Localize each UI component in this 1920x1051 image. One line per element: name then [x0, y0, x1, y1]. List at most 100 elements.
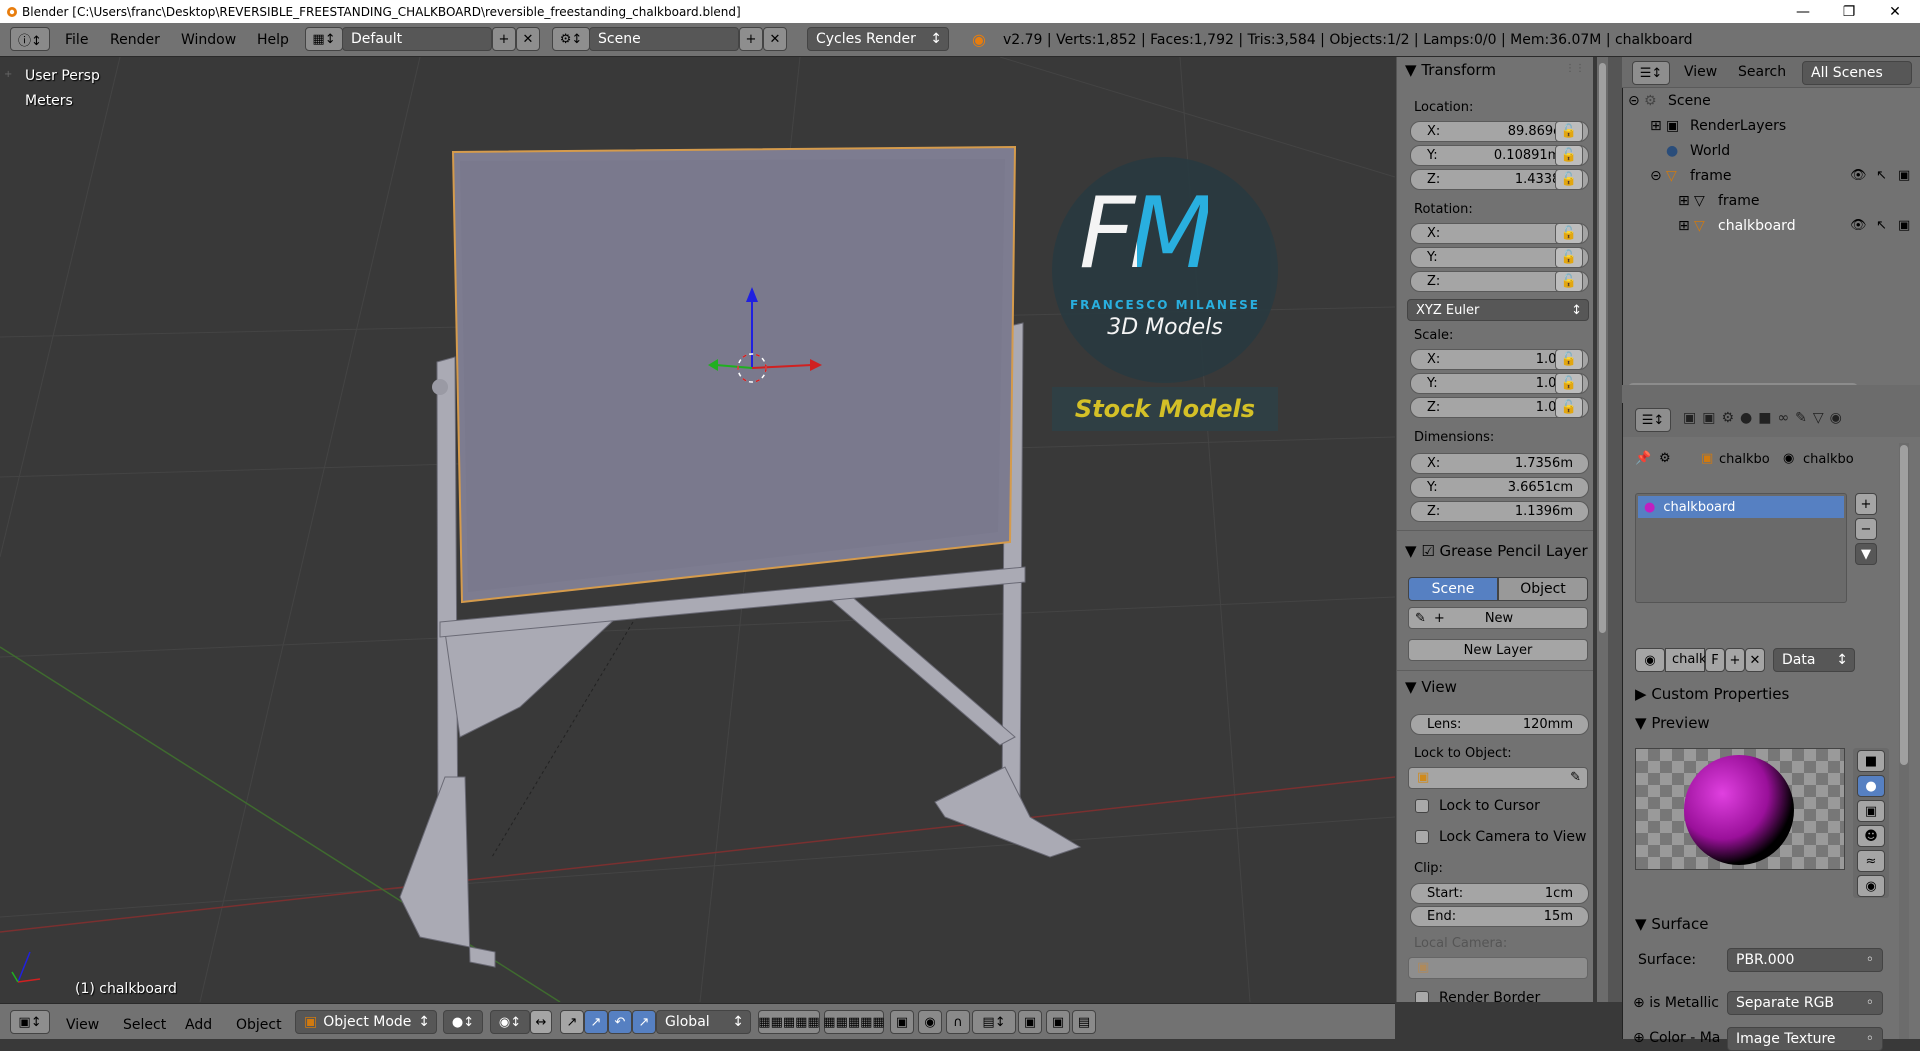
checkbox-checked-icon[interactable]: ☑: [1421, 542, 1434, 560]
expand-icon[interactable]: ⊞: [1678, 193, 1694, 209]
properties-editor-type-button[interactable]: ☰↕: [1635, 408, 1671, 432]
lock-scale-x-button[interactable]: 🔓: [1555, 349, 1583, 370]
preview-sphere-button[interactable]: ●: [1857, 775, 1885, 797]
local-camera-field[interactable]: ▣: [1408, 957, 1588, 979]
visibility-eye-icon[interactable]: 👁: [1850, 218, 1867, 233]
delete-scene-button[interactable]: ✕: [763, 27, 787, 51]
render-engine-select[interactable]: Cycles Render ↕: [807, 27, 949, 51]
maximize-button[interactable]: ❐: [1826, 0, 1872, 23]
menu-select[interactable]: Select: [123, 1017, 166, 1033]
material-slot-item[interactable]: ● chalkboard: [1638, 496, 1844, 518]
layer-buttons-group-1[interactable]: ▦▦▦▦▦: [758, 1010, 820, 1034]
surface-header[interactable]: ▼ Surface: [1635, 915, 1708, 933]
menu-file[interactable]: File: [65, 32, 88, 48]
gp-object-tab[interactable]: Object: [1498, 577, 1588, 601]
collapse-icon[interactable]: ⊝: [1650, 168, 1666, 184]
outliner-item-frame-mesh[interactable]: ⊞ ▽ frame: [1678, 193, 1760, 209]
lens-field[interactable]: Lens: 120mm: [1410, 714, 1589, 735]
outliner-view-menu[interactable]: View: [1684, 64, 1717, 80]
delete-screen-button[interactable]: ✕: [516, 27, 540, 51]
scrollbar-thumb[interactable]: [1599, 63, 1606, 633]
render-camera-icon[interactable]: ▣: [1898, 168, 1910, 183]
translate-manipulator-button[interactable]: ↗: [560, 1010, 584, 1034]
rotate-manipulator-button[interactable]: ↗: [584, 1010, 608, 1034]
preview-header[interactable]: ▼ Preview: [1635, 714, 1710, 732]
is-metallic-row[interactable]: ⊕ is Metallic: [1633, 995, 1719, 1011]
expand-icon[interactable]: ⊞: [1678, 218, 1694, 234]
menu-view[interactable]: View: [66, 1017, 99, 1033]
browse-material-button[interactable]: ◉: [1635, 648, 1665, 672]
clip-start-field[interactable]: Start: 1cm: [1410, 883, 1589, 904]
preview-cube-button[interactable]: ▣: [1857, 800, 1885, 822]
gp-scene-tab[interactable]: Scene: [1408, 577, 1498, 601]
3d-viewport[interactable]: User Persp Meters (1) chalkboard FM FRAN…: [0, 57, 1395, 1002]
snap-target-button[interactable]: ▣: [1018, 1010, 1042, 1034]
select-arrow-icon[interactable]: ↖: [1876, 168, 1887, 183]
outliner-display-filter[interactable]: All Scenes: [1802, 61, 1912, 85]
outliner-item-frame-object[interactable]: ⊝ ▽ frame: [1650, 168, 1732, 184]
editor-type-info-button[interactable]: ⓘ↕: [10, 27, 50, 51]
combined-manipulator-button[interactable]: ↗: [632, 1010, 656, 1034]
menu-add[interactable]: Add: [185, 1017, 212, 1033]
proportional-edit-button[interactable]: ◉: [918, 1010, 942, 1034]
visibility-eye-icon[interactable]: 👁: [1850, 168, 1867, 183]
preview-monkey-button[interactable]: ☻: [1857, 825, 1885, 847]
transform-orientation-select[interactable]: Global ↕: [656, 1010, 751, 1034]
outliner-item-scene[interactable]: ⊝ ⚙ Scene: [1628, 93, 1711, 109]
lock-rotation-x-button[interactable]: 🔓: [1555, 223, 1583, 244]
editor-type-3dview-button[interactable]: ▣↕: [10, 1010, 50, 1034]
remove-material-slot-button[interactable]: −: [1855, 518, 1877, 540]
lock-scale-z-button[interactable]: 🔓: [1555, 397, 1583, 418]
preview-world-button[interactable]: ◉: [1857, 875, 1885, 897]
expand-icon[interactable]: ⊞: [1650, 118, 1666, 134]
collapse-icon[interactable]: ⊝: [1628, 93, 1644, 109]
manipulator-toggle[interactable]: ↔: [530, 1010, 552, 1034]
select-arrow-icon[interactable]: ↖: [1876, 218, 1887, 233]
lock-location-z-button[interactable]: 🔓: [1555, 169, 1583, 190]
custom-properties-header[interactable]: ▶ Custom Properties: [1635, 685, 1789, 703]
lock-location-y-button[interactable]: 🔓: [1555, 145, 1583, 166]
grease-pencil-header[interactable]: ▼ ☑ Grease Pencil Layer: [1405, 542, 1588, 560]
screen-layout-field[interactable]: Default: [342, 27, 492, 51]
outliner-item-world[interactable]: ● World: [1666, 143, 1730, 159]
lock-rotation-y-button[interactable]: 🔓: [1555, 247, 1583, 268]
screen-layout-icon-button[interactable]: ▦↕: [305, 27, 343, 51]
dimensions-x-field[interactable]: X: 1.7356m: [1410, 453, 1589, 474]
layer-buttons-group-2[interactable]: ▦▦▦▦▦: [823, 1010, 885, 1034]
properties-context-tabs[interactable]: ▣▣⚙●■∞✎▽◉: [1683, 410, 1848, 426]
clip-end-field[interactable]: End: 15m: [1410, 906, 1589, 927]
add-material-slot-button[interactable]: +: [1855, 493, 1877, 515]
preview-flat-button[interactable]: ■: [1857, 750, 1885, 772]
scene-icon-button[interactable]: ⚙↕: [552, 27, 590, 51]
pin-icon[interactable]: 📌: [1635, 451, 1651, 466]
scale-manipulator-button[interactable]: ↶: [608, 1010, 632, 1034]
add-screen-button[interactable]: +: [492, 27, 516, 51]
npanel-scrollbar[interactable]: [1597, 57, 1608, 1002]
panel-grip-icon[interactable]: ⋮⋮: [1565, 63, 1585, 74]
gp-new-button[interactable]: ✎ + New: [1408, 607, 1588, 629]
dimensions-z-field[interactable]: Z: 1.1396m: [1410, 501, 1589, 522]
render-camera-icon[interactable]: ▣: [1898, 218, 1910, 233]
scene-field[interactable]: Scene: [589, 27, 739, 51]
surface-shader-select[interactable]: PBR.000 ◦: [1727, 948, 1883, 972]
interaction-mode-select[interactable]: ▣ Object Mode ↕: [295, 1010, 437, 1034]
dimensions-y-field[interactable]: Y: 3.6651cm: [1410, 477, 1589, 498]
minimize-button[interactable]: —: [1780, 0, 1826, 23]
eyedropper-icon[interactable]: ✎: [1570, 770, 1581, 785]
gp-new-layer-button[interactable]: New Layer: [1408, 639, 1588, 661]
render-border-checkbox[interactable]: Render Border: [1415, 990, 1540, 1002]
color-input-select[interactable]: Image Texture ◦: [1727, 1027, 1883, 1051]
material-name-field[interactable]: chalk: [1665, 648, 1707, 672]
viewport-shading-select[interactable]: ●↕: [443, 1010, 483, 1034]
outliner-item-chalkboard[interactable]: ⊞ ▽ chalkboard: [1678, 218, 1796, 234]
snap-element-select[interactable]: ▤↕: [972, 1010, 1016, 1034]
menu-render[interactable]: Render: [110, 32, 160, 48]
preview-hair-button[interactable]: ≈: [1857, 850, 1885, 872]
lock-to-object-field[interactable]: ▣ ✎: [1408, 767, 1588, 789]
is-metallic-input-select[interactable]: Separate RGB ◦: [1727, 991, 1883, 1015]
add-scene-button[interactable]: +: [739, 27, 763, 51]
view-panel-header[interactable]: ▼ View: [1405, 678, 1457, 696]
lock-camera-to-view-checkbox[interactable]: Lock Camera to View: [1415, 829, 1587, 845]
render-still-button[interactable]: ▣: [1046, 1010, 1070, 1034]
lock-to-cursor-checkbox[interactable]: Lock to Cursor: [1415, 798, 1540, 814]
